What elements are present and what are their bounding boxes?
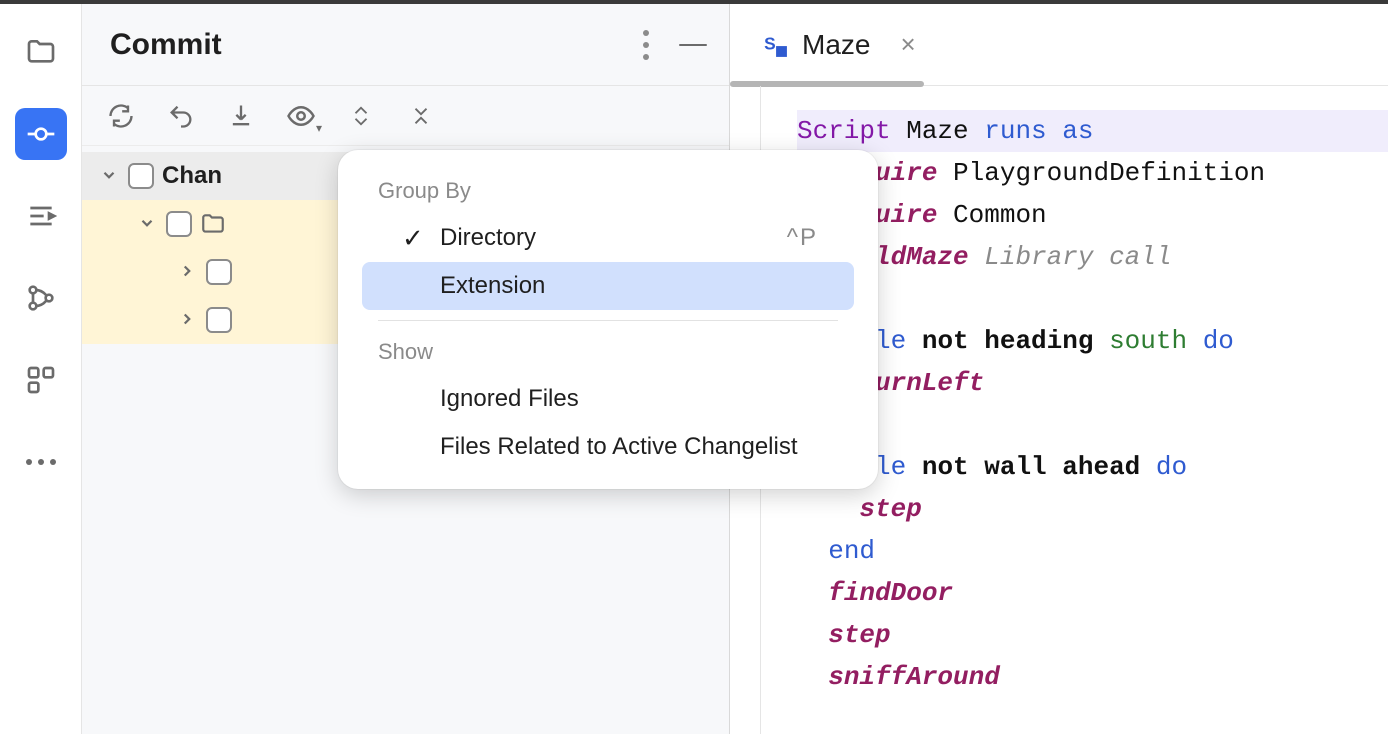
collapse-all-button[interactable] — [404, 99, 438, 133]
chevron-down-icon[interactable] — [100, 166, 120, 187]
code-token: PlaygroundDefinition — [937, 158, 1265, 188]
code-token: turnLeft — [859, 368, 984, 398]
commit-tool-button[interactable] — [15, 108, 67, 160]
code-token: step — [859, 494, 921, 524]
code-token: runs as — [984, 116, 1093, 146]
commit-panel-header: Commit — [82, 4, 729, 86]
code-token: end — [828, 536, 875, 566]
code-token: Script — [797, 116, 891, 146]
refresh-button[interactable] — [104, 99, 138, 133]
menu-item-extension[interactable]: Extension — [362, 262, 854, 310]
code-token: not wall ahead — [906, 452, 1140, 482]
editor-tab-bar: S Maze × — [730, 4, 1388, 86]
todo-tool-button[interactable] — [15, 190, 67, 242]
view-options-menu: Group By ✓ Directory ^P Extension Show I… — [338, 150, 878, 489]
check-icon: ✓ — [402, 223, 430, 254]
structure-tool-button[interactable] — [15, 354, 67, 406]
folder-icon — [200, 211, 226, 237]
menu-item-label: Files Related to Active Changelist — [440, 433, 798, 461]
code-token: south — [1093, 326, 1187, 356]
chevron-down-icon[interactable] — [138, 214, 158, 235]
file-type-icon: S — [762, 32, 788, 58]
hide-panel-button[interactable] — [679, 44, 707, 46]
code-token: do — [1187, 326, 1234, 356]
project-tool-button[interactable] — [15, 26, 67, 78]
more-tools-button[interactable] — [15, 436, 67, 488]
menu-divider — [378, 320, 838, 321]
view-options-button[interactable]: ▾ — [284, 99, 318, 133]
tab-close-button[interactable]: × — [900, 29, 915, 60]
menu-item-related-files[interactable]: Files Related to Active Changelist — [362, 423, 854, 471]
commit-toolbar: ▾ — [82, 86, 729, 146]
chevron-right-icon[interactable] — [178, 262, 198, 283]
menu-section-show: Show — [338, 331, 878, 375]
menu-item-label: Extension — [440, 272, 545, 300]
folder-checkbox[interactable] — [206, 259, 232, 285]
code-token: step — [828, 620, 890, 650]
menu-item-shortcut: ^P — [787, 224, 818, 252]
code-token: findDoor — [828, 578, 953, 608]
menu-item-ignored-files[interactable]: Ignored Files — [362, 375, 854, 423]
folder-checkbox[interactable] — [166, 211, 192, 237]
folder-checkbox[interactable] — [206, 307, 232, 333]
changelist-label: Chan — [162, 162, 222, 190]
left-tool-rail — [0, 4, 82, 734]
panel-options-button[interactable] — [643, 30, 649, 60]
code-token: sniffAround — [828, 662, 1000, 692]
git-tool-button[interactable] — [15, 272, 67, 324]
expand-all-button[interactable] — [344, 99, 378, 133]
tab-label[interactable]: Maze — [802, 29, 870, 61]
code-token: Maze — [891, 116, 985, 146]
menu-section-group-by: Group By — [338, 170, 878, 214]
code-token: not heading — [906, 326, 1093, 356]
menu-item-label: Directory — [440, 224, 536, 252]
code-token: do — [1140, 452, 1187, 482]
code-hint: Library call — [969, 242, 1172, 272]
changelist-checkbox[interactable] — [128, 163, 154, 189]
code-token: Common — [937, 200, 1046, 230]
chevron-right-icon[interactable] — [178, 310, 198, 331]
commit-panel: Commit ▾ Chan — [82, 4, 730, 734]
commit-panel-title: Commit — [110, 28, 222, 62]
rollback-button[interactable] — [164, 99, 198, 133]
menu-item-directory[interactable]: ✓ Directory ^P — [362, 214, 854, 262]
shelve-button[interactable] — [224, 99, 258, 133]
menu-item-label: Ignored Files — [440, 385, 579, 413]
svg-text:S: S — [764, 33, 776, 53]
